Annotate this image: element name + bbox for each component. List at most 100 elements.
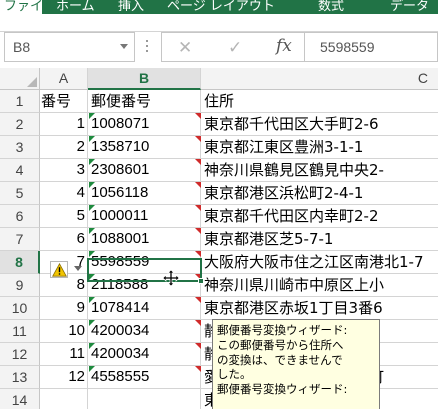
cell-a[interactable]: [40, 389, 88, 409]
cell-c[interactable]: 神奈川県川崎市中原区上小: [201, 274, 438, 297]
cell-b[interactable]: 2308601: [88, 159, 201, 182]
comment-indicator: [195, 205, 201, 211]
row-header[interactable]: 12: [0, 343, 40, 366]
error-indicator: [89, 366, 95, 372]
error-options-button[interactable]: [50, 261, 68, 278]
row-header[interactable]: 4: [0, 159, 40, 182]
name-box-value: B8: [13, 39, 31, 55]
error-indicator: [89, 113, 95, 119]
row-header[interactable]: 1: [0, 90, 40, 113]
cell-a[interactable]: 5: [40, 205, 88, 228]
cell-a[interactable]: 番号: [40, 90, 88, 113]
comment-indicator: [195, 320, 201, 326]
close-icon[interactable]: ✕: [178, 38, 192, 58]
ribbon-tabs: ファイル ホーム 挿入 ページ レイアウト 数式 データ: [0, 0, 438, 14]
cell-a[interactable]: 6: [40, 228, 88, 251]
comment-indicator: [195, 182, 201, 188]
cell-b[interactable]: 4200034: [88, 343, 201, 366]
cell-b[interactable]: 郵便番号: [88, 90, 201, 113]
error-indicator: [89, 159, 95, 165]
column-header-a[interactable]: A: [40, 68, 88, 90]
fill-handle[interactable]: [198, 278, 204, 284]
comment-indicator: [195, 343, 201, 349]
tab-data[interactable]: データ: [390, 0, 429, 14]
formula-input[interactable]: 5598559: [304, 32, 438, 62]
comment-indicator: [195, 113, 201, 119]
tooltip-line: この郵便番号から住所へ: [217, 337, 344, 352]
cell-b[interactable]: 1008071: [88, 113, 201, 136]
cell-b[interactable]: 4200034: [88, 320, 201, 343]
comment-indicator: [195, 251, 201, 257]
tooltip-line: 郵便番号変換ウィザード:: [217, 323, 348, 337]
formula-bar: B8 ✕ ✓ fx 5598559: [0, 32, 438, 62]
comment-indicator: [195, 136, 201, 142]
cell-a[interactable]: 1: [40, 113, 88, 136]
tab-formulas[interactable]: 数式: [318, 0, 344, 14]
tooltip-line: した。: [217, 367, 252, 382]
cell-c[interactable]: 東京都千代田区内幸町2-2: [201, 205, 438, 228]
cell-b[interactable]: [88, 389, 201, 409]
cell-b[interactable]: 1358710: [88, 136, 201, 159]
cell-a[interactable]: 3: [40, 159, 88, 182]
chevron-down-icon[interactable]: [120, 44, 128, 49]
warning-icon: [52, 263, 67, 277]
cell-a[interactable]: 11: [40, 343, 88, 366]
insert-function-button[interactable]: fx: [276, 36, 292, 56]
check-icon[interactable]: ✓: [228, 38, 242, 58]
row-header[interactable]: 2: [0, 113, 40, 136]
triangle-icon: [27, 77, 37, 87]
cell-a[interactable]: 12: [40, 366, 88, 389]
row-header[interactable]: 9: [0, 274, 40, 297]
tab-page-layout[interactable]: ページ レイアウト: [167, 0, 275, 14]
comment-indicator: [195, 228, 201, 234]
cell-c[interactable]: 東京都港区赤坂1丁目3番6: [201, 297, 438, 320]
row-header[interactable]: 5: [0, 182, 40, 205]
cell-b[interactable]: 1088001: [88, 228, 201, 251]
column-header-b[interactable]: B: [88, 68, 201, 90]
row-header[interactable]: 13: [0, 366, 40, 389]
move-cursor-icon: [163, 270, 179, 286]
tab-home[interactable]: ホーム: [56, 0, 95, 14]
column-header-c[interactable]: C: [201, 68, 438, 90]
cell-c[interactable]: 神奈川県鶴見区鶴見中央2-: [201, 159, 438, 182]
error-indicator: [89, 205, 95, 211]
row-header[interactable]: 14: [0, 389, 40, 409]
cell-b[interactable]: 1000011: [88, 205, 201, 228]
row-header[interactable]: 3: [0, 136, 40, 159]
comment-tooltip: 郵便番号変換ウィザード: この郵便番号から住所へ の変換は、できませんで した。…: [212, 319, 380, 409]
cell-c[interactable]: 大阪府大阪市住之江区南港北1-7: [201, 251, 438, 274]
comment-indicator: [195, 297, 201, 303]
cell-c[interactable]: 東京都港区浜松町2-4-1: [201, 182, 438, 205]
ribbon-body: [0, 14, 438, 32]
cell-c[interactable]: 東京都港区芝5-7-1: [201, 228, 438, 251]
error-indicator: [89, 297, 95, 303]
error-indicator: [89, 320, 95, 326]
row-header[interactable]: 10: [0, 297, 40, 320]
cell-b[interactable]: 4558555: [88, 366, 201, 389]
cell-c[interactable]: 東京都千代田区大手町2-6: [201, 113, 438, 136]
row-header[interactable]: 8: [0, 251, 40, 274]
row-header[interactable]: 7: [0, 228, 40, 251]
cell-c[interactable]: 住所: [201, 90, 438, 113]
selected-cell-border: [87, 258, 202, 282]
drag-handle-icon[interactable]: [146, 40, 149, 54]
cell-a[interactable]: 9: [40, 297, 88, 320]
chevron-down-icon[interactable]: [74, 266, 82, 271]
row-header[interactable]: 6: [0, 205, 40, 228]
error-indicator: [89, 182, 95, 188]
select-all-button[interactable]: [0, 68, 40, 90]
cell-a[interactable]: 10: [40, 320, 88, 343]
spreadsheet-grid: A B C 1 番号 郵便番号 住所 2 1 1008071 東京都千代田区大手町2-6 3 2 1…: [0, 68, 438, 409]
row-header[interactable]: 11: [0, 320, 40, 343]
name-box[interactable]: B8: [4, 32, 135, 62]
formula-buttons: ✕ ✓ fx: [161, 32, 304, 62]
tab-insert[interactable]: 挿入: [118, 0, 144, 14]
cell-b[interactable]: 1056118: [88, 182, 201, 205]
cell-c[interactable]: 東京都江東区豊洲3-1-1: [201, 136, 438, 159]
tooltip-line: の変換は、できませんで: [217, 352, 343, 367]
cell-b[interactable]: 1078414: [88, 297, 201, 320]
error-indicator: [89, 343, 95, 349]
cell-a[interactable]: 2: [40, 136, 88, 159]
tab-file[interactable]: ファイル: [0, 0, 56, 14]
cell-a[interactable]: 4: [40, 182, 88, 205]
